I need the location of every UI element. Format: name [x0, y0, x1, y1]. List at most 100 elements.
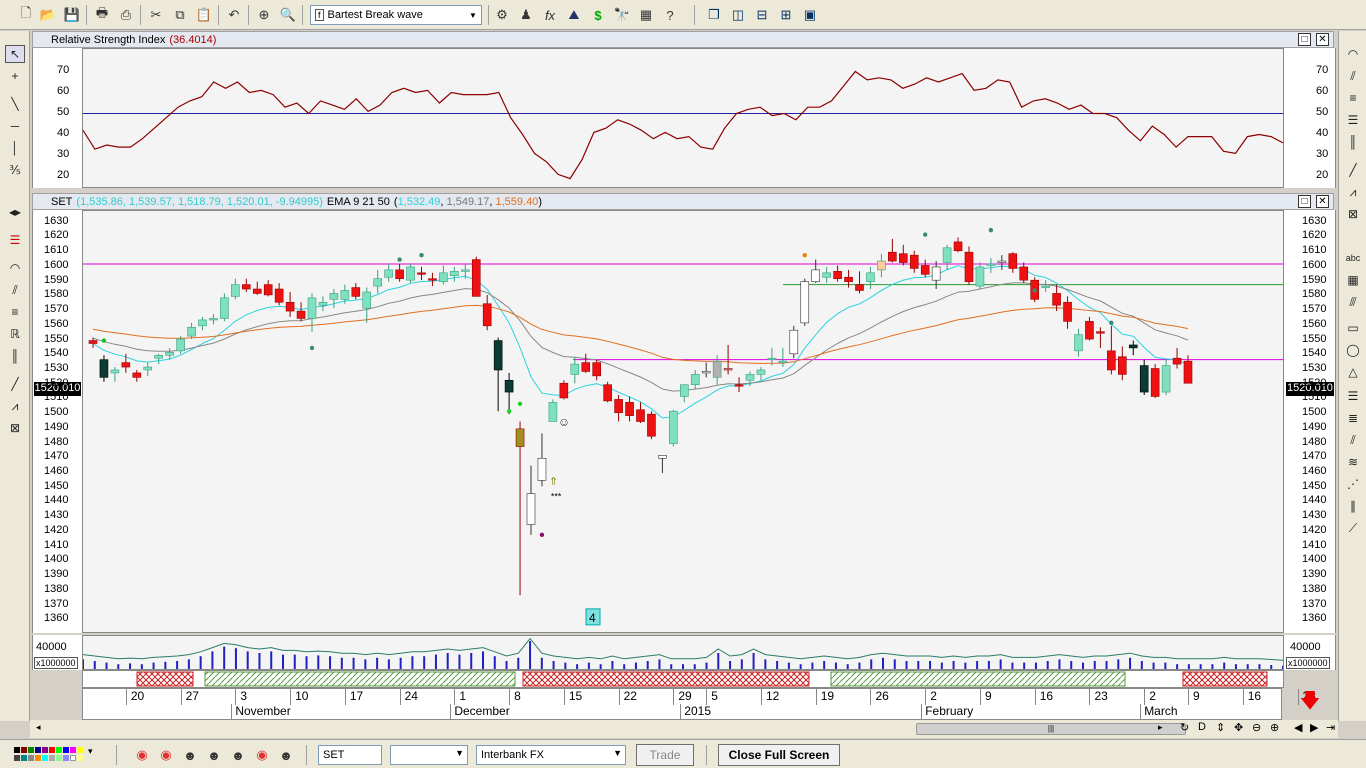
chrome-icon[interactable]: ◉: [156, 745, 176, 765]
people-icon[interactable]: ☻: [228, 745, 248, 765]
close-full-screen-button[interactable]: Close Full Screen: [718, 744, 840, 766]
open-icon[interactable]: 📂: [38, 5, 58, 25]
symbol-input[interactable]: SET: [318, 745, 382, 765]
trendline-icon[interactable]: ╲: [5, 95, 25, 113]
grid-icon[interactable]: ▦: [636, 5, 656, 25]
d-icon[interactable]: D: [1198, 721, 1206, 733]
scroll-arrows-icon[interactable]: ◂▸: [5, 203, 25, 221]
text-tool-icon[interactable]: abc: [1343, 249, 1363, 267]
gann-grid-icon[interactable]: ⊠: [5, 419, 25, 437]
fib-retracement-icon[interactable]: ≡: [1343, 89, 1363, 107]
ellipse-icon[interactable]: ◯: [1343, 341, 1363, 359]
time-zones-icon[interactable]: ║: [1343, 133, 1363, 151]
close-icon[interactable]: ✕: [1316, 195, 1329, 208]
flag-icon[interactable]: ☰: [5, 231, 25, 249]
cycle-icon[interactable]: ≣: [1343, 409, 1363, 427]
regression-icon[interactable]: ⫽: [1343, 431, 1363, 449]
print-icon[interactable]: 🖶: [92, 5, 112, 25]
close-icon[interactable]: ✕: [1316, 33, 1329, 46]
vzoom-icon[interactable]: ⇕: [1216, 721, 1225, 734]
chevron-down-icon[interactable]: ▼: [465, 6, 481, 24]
channel-icon[interactable]: ⫻: [1343, 293, 1363, 311]
dollar-icon[interactable]: $: [588, 5, 608, 25]
binoculars-icon[interactable]: 🔭: [612, 5, 632, 25]
candle: [997, 260, 1007, 263]
cut-icon[interactable]: ✂: [146, 5, 166, 25]
maximize-icon[interactable]: □: [1298, 195, 1311, 208]
people-icon[interactable]: ☻: [204, 745, 224, 765]
new-icon[interactable]: 🗋: [16, 5, 36, 25]
scroll-left-icon[interactable]: ◂: [36, 722, 41, 733]
refresh-icon[interactable]: ↻: [1180, 721, 1189, 734]
help-icon[interactable]: ?: [660, 5, 680, 25]
line-icon[interactable]: ╱: [5, 375, 25, 393]
layout-icon[interactable]: ▣: [800, 5, 820, 25]
move-icon[interactable]: ✥: [1234, 721, 1243, 734]
channel-icon[interactable]: ⫽: [5, 281, 25, 299]
fan-icon[interactable]: ⩘: [5, 397, 25, 415]
fib-r-icon[interactable]: ℝ: [5, 325, 25, 343]
hline-icon[interactable]: ─: [5, 117, 25, 135]
parallel-icon[interactable]: ∥: [1343, 497, 1363, 515]
time-zones-icon[interactable]: ║: [5, 347, 25, 365]
next-icon[interactable]: ▶: [1310, 721, 1318, 734]
trade-button[interactable]: Trade: [636, 744, 694, 766]
table-icon[interactable]: ▦: [1343, 271, 1363, 289]
tile-horizontal-icon[interactable]: ⊟: [752, 5, 772, 25]
people-icon[interactable]: ☻: [180, 745, 200, 765]
rectangle-icon[interactable]: ▭: [1343, 319, 1363, 337]
window-cascade-icon[interactable]: ❐: [704, 5, 724, 25]
undo-icon[interactable]: ↶: [224, 5, 244, 25]
arc-icon[interactable]: ◠: [1343, 45, 1363, 63]
horizontal-scrollbar-thumb[interactable]: |||: [916, 723, 1186, 735]
tile-grid-icon[interactable]: ⊞: [776, 5, 796, 25]
line-icon[interactable]: ╱: [1343, 161, 1363, 179]
period-combo[interactable]: ▼: [390, 745, 468, 765]
arrow-down-icon[interactable]: 🡇: [1290, 690, 1330, 716]
andrews-icon[interactable]: ⋰: [1343, 475, 1363, 493]
date-tick-label: 1: [454, 689, 466, 705]
candle: [439, 272, 448, 282]
print-preview-icon[interactable]: ⎙: [116, 5, 136, 25]
pointer-icon[interactable]: ↖: [5, 45, 25, 63]
prev-icon[interactable]: ◀: [1294, 721, 1302, 734]
gann-grid-icon[interactable]: ⊠: [1343, 205, 1363, 223]
copy-icon[interactable]: ⧉: [170, 5, 190, 25]
zoom-icon[interactable]: 🔍: [278, 5, 298, 25]
speed-lines-icon[interactable]: ☰: [1343, 387, 1363, 405]
candle: [789, 329, 799, 355]
maximize-icon[interactable]: □: [1298, 33, 1311, 46]
color-palette[interactable]: ▾: [14, 745, 100, 765]
people-icon[interactable]: ☻: [276, 745, 296, 765]
chrome-icon[interactable]: ◉: [132, 745, 152, 765]
pitchfork-icon[interactable]: ⫽: [1343, 67, 1363, 85]
scroll-end-icon[interactable]: ⇥: [1326, 721, 1335, 734]
zoom-in-icon[interactable]: ⊕: [1270, 721, 1279, 734]
fx-icon[interactable]: fx: [540, 5, 560, 25]
raff-icon[interactable]: ≋: [1343, 453, 1363, 471]
wave-combo[interactable]: f Bartest Break wave ▼: [310, 5, 482, 25]
scanner-icon[interactable]: ⚙: [492, 5, 512, 25]
tile-vertical-icon[interactable]: ◫: [728, 5, 748, 25]
candle: [460, 269, 470, 272]
crosshair-tool-icon[interactable]: +: [5, 67, 25, 85]
arc-icon[interactable]: ◠: [5, 259, 25, 277]
zoom-out-icon[interactable]: ⊖: [1252, 721, 1261, 734]
fib-ext-icon[interactable]: ☰: [1343, 111, 1363, 129]
save-icon[interactable]: 💾: [62, 5, 82, 25]
triangle-icon[interactable]: △: [1343, 363, 1363, 381]
fan-icon[interactable]: ⩘: [1343, 183, 1363, 201]
expert-icon[interactable]: ♟: [516, 5, 536, 25]
source-combo[interactable]: Interbank FX ▼: [476, 745, 626, 765]
paste-icon[interactable]: 📋: [194, 5, 214, 25]
scroll-right-icon[interactable]: ▸: [1158, 722, 1163, 733]
chevron-down-icon[interactable]: ▾: [88, 746, 93, 757]
fan-lines-icon[interactable]: ⟋: [1343, 519, 1363, 537]
fib-retracement-icon[interactable]: ≡: [5, 303, 25, 321]
crosshair-icon[interactable]: ⊕: [254, 5, 274, 25]
candle: [778, 360, 788, 363]
chrome-icon[interactable]: ◉: [252, 745, 272, 765]
fib-icon[interactable]: ⅗: [5, 161, 25, 179]
alert-icon[interactable]: ⛰: [564, 5, 584, 25]
vline-icon[interactable]: │: [5, 139, 25, 157]
